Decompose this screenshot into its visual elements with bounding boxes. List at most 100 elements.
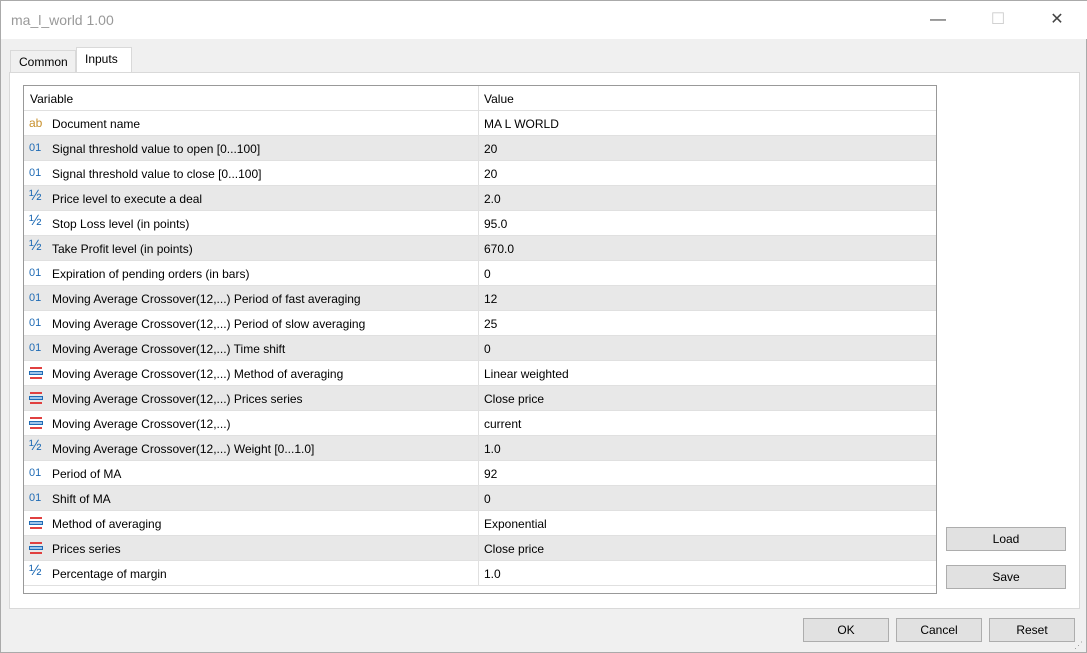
variable-value[interactable]: 0	[484, 342, 491, 356]
column-divider	[478, 561, 479, 586]
column-divider	[478, 211, 479, 236]
column-divider	[478, 261, 479, 286]
table-row[interactable]: 01 Period of MA 92	[24, 461, 936, 486]
table-row[interactable]: ½ Percentage of margin 1.0	[24, 561, 936, 586]
column-divider	[478, 311, 479, 336]
table-row[interactable]: 01 Moving Average Crossover(12,...) Perio…	[24, 286, 936, 311]
variable-name: Stop Loss level (in points)	[52, 217, 190, 231]
column-divider	[478, 236, 479, 261]
variable-name: Period of MA	[52, 467, 122, 481]
save-button[interactable]: Save	[946, 565, 1066, 589]
table-row[interactable]: ½ Stop Loss level (in points) 95.0	[24, 211, 936, 236]
variable-name: Price level to execute a deal	[52, 192, 203, 206]
string-type-icon: ab	[29, 116, 43, 130]
integer-type-icon: 01	[29, 292, 42, 304]
resize-grip-icon[interactable]: ⋰	[1074, 640, 1084, 650]
title-bar: ma_l_world 1.00 — ☐ ✕	[1, 1, 1087, 39]
table-row[interactable]: 01 Moving Average Crossover(12,...) Perio…	[24, 311, 936, 336]
table-row[interactable]: ½ Take Profit level (in points) 670.0	[24, 236, 936, 261]
variable-name: Take Profit level (in points)	[52, 242, 193, 256]
variable-name: Expiration of pending orders (in bars)	[52, 267, 250, 281]
table-row[interactable]: 01 Shift of MA 0	[24, 486, 936, 511]
column-divider	[478, 536, 479, 561]
variable-name: Moving Average Crossover(12,...) Period …	[52, 317, 366, 331]
variable-name: Moving Average Crossover(12,...) Weight …	[52, 442, 315, 456]
integer-type-icon: 01	[29, 142, 42, 154]
variable-value[interactable]: 95.0	[484, 217, 507, 231]
column-divider	[478, 336, 479, 361]
table-row[interactable]: ab Document name MA L WORLD	[24, 111, 936, 136]
column-divider	[478, 186, 479, 211]
double-type-icon: ½	[29, 187, 42, 204]
variable-value[interactable]: 670.0	[484, 242, 514, 256]
table-row[interactable]: 01 Signal threshold value to close [0...1…	[24, 161, 936, 186]
double-type-icon: ½	[29, 437, 42, 454]
table-row[interactable]: Prices series Close price	[24, 536, 936, 561]
variable-value[interactable]: Close price	[484, 542, 544, 556]
column-header-value[interactable]: Value	[484, 92, 514, 106]
table-row[interactable]: ½ Price level to execute a deal 2.0	[24, 186, 936, 211]
double-type-icon: ½	[29, 237, 42, 254]
variable-name: Prices series	[52, 542, 121, 556]
window-title: ma_l_world 1.00	[11, 12, 114, 28]
variable-name: Signal threshold value to open [0...100]	[52, 142, 261, 156]
column-divider	[478, 161, 479, 186]
variable-value[interactable]: 25	[484, 317, 497, 331]
integer-type-icon: 01	[29, 492, 42, 504]
integer-type-icon: 01	[29, 267, 42, 279]
variable-value[interactable]: 0	[484, 267, 491, 281]
table-row[interactable]: Moving Average Crossover(12,...) Method …	[24, 361, 936, 386]
grid-header: Variable Value	[24, 86, 936, 111]
variable-value[interactable]: Linear weighted	[484, 367, 569, 381]
tab-inputs[interactable]: Inputs	[76, 47, 132, 73]
integer-type-icon: 01	[29, 467, 42, 479]
double-type-icon: ½	[29, 562, 42, 579]
column-divider	[478, 286, 479, 311]
variable-value[interactable]: Close price	[484, 392, 544, 406]
minimize-button[interactable]: —	[915, 5, 961, 35]
variable-name: Document name	[52, 117, 141, 131]
enum-icon	[29, 517, 43, 529]
variable-value[interactable]: 0	[484, 492, 491, 506]
variable-name: Moving Average Crossover(12,...) Method …	[52, 367, 344, 381]
column-divider[interactable]	[478, 86, 479, 111]
table-row[interactable]: 01 Moving Average Crossover(12,...) Time …	[24, 336, 936, 361]
enum-icon	[29, 417, 43, 429]
column-header-variable[interactable]: Variable	[30, 92, 73, 106]
table-row[interactable]: 01 Expiration of pending orders (in bars)…	[24, 261, 936, 286]
variable-value[interactable]: 20	[484, 167, 497, 181]
column-divider	[478, 486, 479, 511]
variable-name: Percentage of margin	[52, 567, 167, 581]
variable-value[interactable]: current	[484, 417, 521, 431]
column-divider	[478, 411, 479, 436]
tab-common[interactable]: Common	[10, 50, 76, 73]
column-divider	[478, 461, 479, 486]
variable-name: Signal threshold value to close [0...100…	[52, 167, 262, 181]
cancel-button[interactable]: Cancel	[896, 618, 982, 642]
variable-value[interactable]: 1.0	[484, 567, 501, 581]
table-row[interactable]: ½ Moving Average Crossover(12,...) Weight…	[24, 436, 936, 461]
column-divider	[478, 361, 479, 386]
close-button[interactable]: ✕	[1034, 5, 1080, 35]
variable-name: Method of averaging	[52, 517, 162, 531]
variable-value[interactable]: MA L WORLD	[484, 117, 559, 131]
table-row[interactable]: Method of averaging Exponential	[24, 511, 936, 536]
load-button[interactable]: Load	[946, 527, 1066, 551]
table-row[interactable]: Moving Average Crossover(12,...) current	[24, 411, 936, 436]
enum-icon	[29, 367, 43, 379]
maximize-button[interactable]: ☐	[975, 5, 1021, 35]
variable-value[interactable]: 1.0	[484, 442, 501, 456]
column-divider	[478, 136, 479, 161]
inputs-panel: Variable Value ab Document name MA L WORLD…	[9, 72, 1080, 609]
variable-value[interactable]: 20	[484, 142, 497, 156]
ok-button[interactable]: OK	[803, 618, 889, 642]
variable-name: Shift of MA	[52, 492, 111, 506]
table-row[interactable]: 01 Signal threshold value to open [0...10…	[24, 136, 936, 161]
column-divider	[478, 436, 479, 461]
variable-value[interactable]: 2.0	[484, 192, 501, 206]
reset-button[interactable]: Reset	[989, 618, 1075, 642]
table-row[interactable]: Moving Average Crossover(12,...) Prices …	[24, 386, 936, 411]
variable-value[interactable]: 92	[484, 467, 497, 481]
variable-value[interactable]: 12	[484, 292, 497, 306]
variable-value[interactable]: Exponential	[484, 517, 547, 531]
